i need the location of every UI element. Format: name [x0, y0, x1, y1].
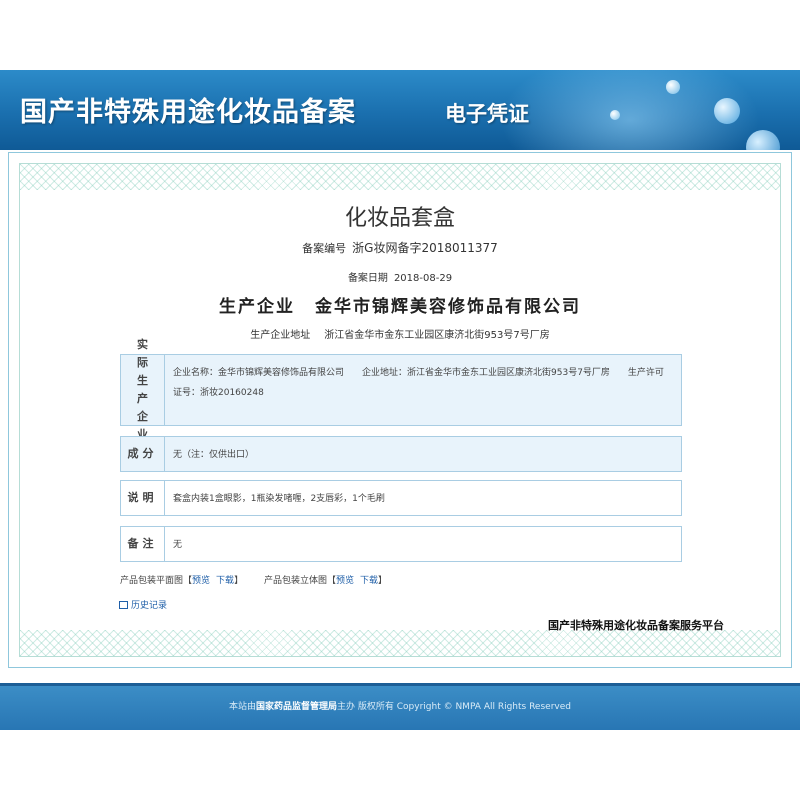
- product-name: 化妆品套盒: [344, 206, 455, 231]
- ingredients-value: 无（注：仅供出口）: [173, 450, 255, 460]
- remarks-section: 备注 无: [120, 526, 682, 562]
- remarks-value: 无: [173, 540, 183, 550]
- stereo-download-link[interactable]: 下载: [360, 576, 378, 586]
- bracket-open: 【: [183, 576, 193, 586]
- stereo-preview-link[interactable]: 预览: [336, 576, 354, 586]
- description-label: 说明: [121, 481, 165, 515]
- producer-name: 金华市锦辉美容修饰品有限公司: [315, 297, 581, 317]
- header-subtitle: 电子凭证: [445, 101, 529, 126]
- registration-date: 2018-08-29: [393, 273, 453, 284]
- producer-address: 浙江省金华市金东工业园区康济北街953号7号厂房: [324, 330, 550, 341]
- producer-label: 生产企业: [219, 297, 295, 317]
- actual-producer-section: 实际 生产 企业 企业名称：金华市锦辉美容修饰品有限公司 企业地址：浙江省金华市金东工…: [120, 338, 682, 441]
- molecule-decoration: [666, 80, 680, 94]
- history-link[interactable]: 历史记录: [119, 598, 167, 611]
- ingredients-section: 成分 无（注：仅供出口）: [120, 436, 682, 472]
- remarks-label: 备注: [121, 527, 165, 561]
- history-icon: [119, 601, 128, 609]
- bracket-open: 【: [326, 576, 336, 586]
- actual-producer-name: 企业名称：金华市锦辉美容修饰品有限公司: [173, 368, 345, 378]
- actual-producer-address: 企业地址：浙江省金华市金东工业园区康济北街953号7号厂房: [362, 368, 610, 378]
- packaging-links: 产品包装平面图【预览 下载】 产品包装立体图【预览 下载】: [120, 573, 405, 586]
- header-title: 国产非特殊用途化妆品备案: [20, 97, 356, 128]
- footer-divider: [0, 683, 800, 686]
- stereo-packaging-label: 产品包装立体图: [263, 576, 327, 586]
- platform-name: 国产非特殊用途化妆品备案服务平台: [548, 619, 724, 632]
- date-label: 备案日期: [347, 273, 388, 284]
- guilloche-top: [20, 164, 780, 190]
- footer: 本站由国家药品监督管理局主办 版权所有 Copyright © NMPA All…: [0, 683, 800, 730]
- producer-line: 生产企业 金华市锦辉美容修饰品有限公司: [0, 292, 800, 317]
- footer-org: 国家药品监督管理局: [256, 702, 338, 712]
- molecule-decoration: [714, 98, 740, 124]
- molecule-decoration: [746, 130, 780, 150]
- registration-label: 备案编号: [302, 242, 347, 255]
- registration-number: 浙G妆网备字2018011377: [352, 241, 498, 255]
- flat-packaging-group: 产品包装平面图【预览 下载】: [120, 573, 243, 586]
- bracket-close: 】: [234, 576, 244, 586]
- stereo-packaging-group: 产品包装立体图【预览 下载】: [264, 573, 387, 586]
- bracket-close: 】: [378, 576, 388, 586]
- registration-line: 备案编号 浙G妆网备字2018011377: [0, 239, 800, 256]
- date-line: 备案日期 2018-08-29: [0, 269, 800, 284]
- flat-download-link[interactable]: 下载: [216, 576, 234, 586]
- description-section: 说明 套盒内装1盒眼影，1瓶染发啫喱，2支唇彩，1个毛刷: [120, 480, 682, 516]
- footer-copyright: 本站由国家药品监督管理局主办 版权所有 Copyright © NMPA All…: [0, 699, 800, 712]
- header-banner: 国产非特殊用途化妆品备案: [0, 70, 800, 150]
- ingredients-label: 成分: [121, 437, 165, 471]
- history-label: 历史记录: [131, 601, 168, 611]
- flat-packaging-label: 产品包装平面图: [120, 576, 184, 586]
- actual-producer-label: 实际 生产 企业: [121, 338, 165, 441]
- guilloche-bottom: [20, 630, 780, 656]
- footer-prefix: 本站由: [229, 702, 257, 712]
- footer-suffix: 主办 版权所有 Copyright © NMPA All Rights Rese…: [337, 702, 571, 712]
- producer-address-label: 生产企业地址: [250, 330, 311, 341]
- section-label: 实际 生产 企业: [137, 338, 148, 441]
- description-value: 套盒内装1盒眼影，1瓶染发啫喱，2支唇彩，1个毛刷: [173, 494, 385, 504]
- flat-preview-link[interactable]: 预览: [192, 576, 210, 586]
- producer-address-line: 生产企业地址 浙江省金华市金东工业园区康济北街953号7号厂房: [0, 326, 800, 341]
- molecule-decoration: [610, 110, 620, 120]
- actual-producer-details: 企业名称：金华市锦辉美容修饰品有限公司 企业地址：浙江省金华市金东工业园区康济北街…: [173, 363, 671, 403]
